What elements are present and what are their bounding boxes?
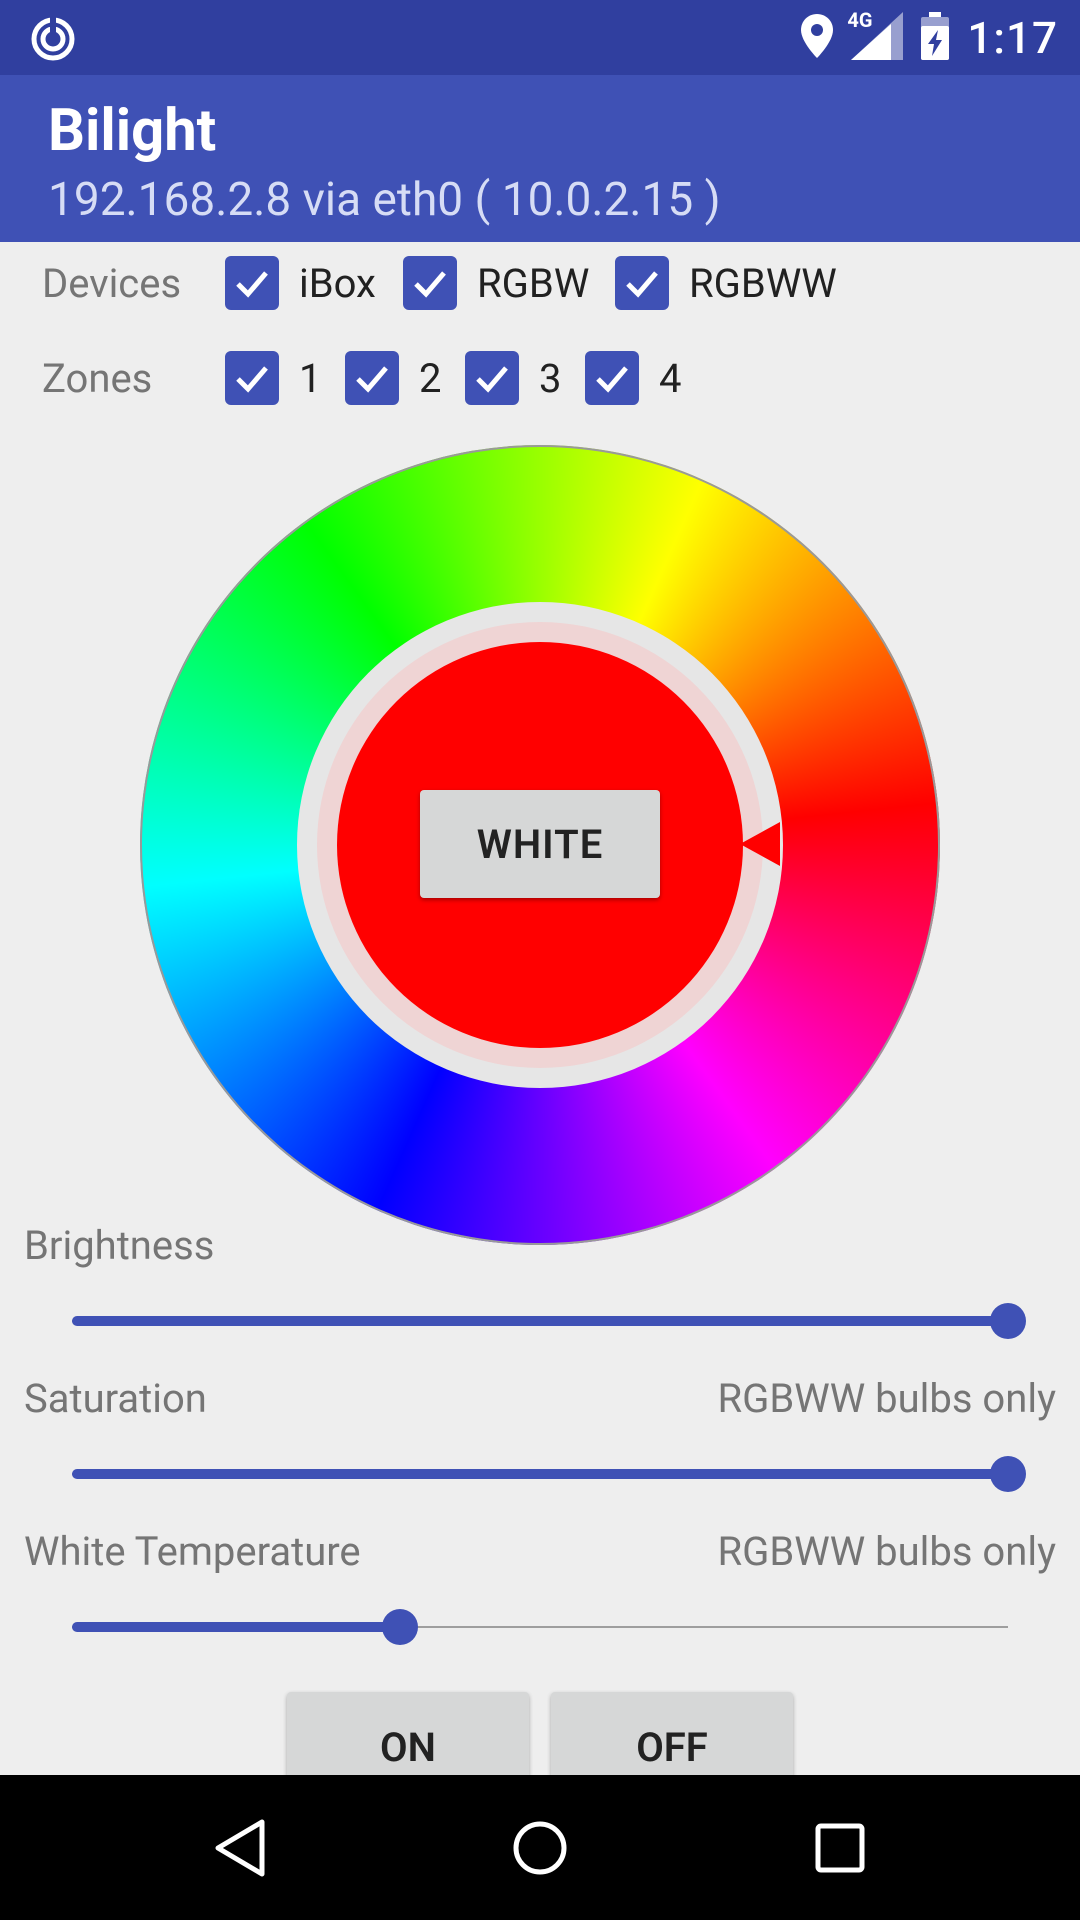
- device-label-ibox: iBox: [299, 259, 376, 307]
- checkbox-checked-icon: [585, 351, 639, 405]
- back-icon[interactable]: [180, 1775, 300, 1920]
- device-checkbox-ibox[interactable]: iBox: [225, 256, 376, 310]
- checkbox-checked-icon: [403, 256, 457, 310]
- app-notification-icon: [28, 14, 78, 64]
- device-label-rgbw: RGBW: [477, 259, 590, 307]
- white-temperature-note: RGBWW bulbs only: [717, 1528, 1056, 1575]
- zone-label-2: 2: [419, 354, 442, 402]
- zone-checkbox-2[interactable]: 2: [345, 351, 441, 405]
- device-checkbox-rgbw[interactable]: RGBW: [403, 256, 589, 310]
- app-subtitle: 192.168.2.8 via eth0 ( 10.0.2.15 ): [48, 173, 721, 227]
- zone-label-1: 1: [299, 354, 322, 402]
- battery-charging-icon: [921, 11, 950, 64]
- zones-label: Zones: [42, 354, 153, 402]
- zone-checkbox-4[interactable]: 4: [585, 351, 681, 405]
- devices-row: Devices iBox RGBW RGBWW: [0, 243, 1080, 323]
- white-temperature-slider-fill: [72, 1622, 400, 1632]
- status-time: 1:17: [967, 11, 1058, 64]
- white-button[interactable]: WHITE: [420, 790, 660, 898]
- app-title: Bilight: [48, 97, 217, 165]
- saturation-slider[interactable]: [72, 1456, 1026, 1492]
- app-bar: Bilight 192.168.2.8 via eth0 ( 10.0.2.15…: [0, 75, 1080, 242]
- device-checkbox-rgbww[interactable]: RGBWW: [615, 256, 837, 310]
- brightness-slider-thumb[interactable]: [990, 1303, 1026, 1339]
- hue-pointer-icon[interactable]: [740, 822, 780, 866]
- brightness-label: Brightness: [24, 1222, 215, 1269]
- zones-row: Zones 1 2 3 4: [0, 338, 1080, 418]
- white-temperature-slider-thumb[interactable]: [381, 1609, 418, 1645]
- recents-icon[interactable]: [780, 1775, 900, 1920]
- brightness-slider[interactable]: [72, 1303, 1026, 1339]
- white-temperature-slider[interactable]: [72, 1609, 1008, 1645]
- zone-label-3: 3: [539, 354, 562, 402]
- navigation-bar: [0, 1775, 1080, 1920]
- home-icon[interactable]: [480, 1775, 600, 1920]
- device-label-rgbww: RGBWW: [689, 259, 837, 307]
- checkbox-checked-icon: [225, 351, 279, 405]
- checkbox-checked-icon: [615, 256, 669, 310]
- zone-checkbox-3[interactable]: 3: [465, 351, 561, 405]
- network-type: 4G: [847, 7, 873, 32]
- saturation-slider-fill: [72, 1469, 1008, 1479]
- saturation-note: RGBWW bulbs only: [717, 1375, 1056, 1422]
- devices-label: Devices: [42, 259, 182, 307]
- white-temperature-label: White Temperature: [24, 1528, 361, 1575]
- checkbox-checked-icon: [225, 256, 279, 310]
- signal-icon: 4G: [847, 8, 904, 64]
- checkbox-checked-icon: [345, 351, 399, 405]
- zone-checkbox-1[interactable]: 1: [225, 351, 321, 405]
- saturation-slider-thumb[interactable]: [990, 1456, 1026, 1492]
- location-icon: [801, 13, 834, 62]
- status-bar: 4G 1:17: [0, 0, 1080, 75]
- zone-label-4: 4: [659, 354, 682, 402]
- checkbox-checked-icon: [465, 351, 519, 405]
- brightness-slider-fill: [72, 1316, 1008, 1326]
- saturation-label: Saturation: [24, 1375, 207, 1422]
